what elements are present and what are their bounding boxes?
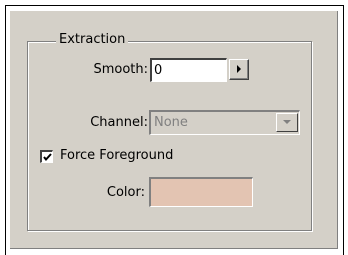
color-swatch[interactable]	[149, 177, 253, 207]
groupbox-title: Extraction	[56, 31, 129, 49]
color-label: Color:	[106, 185, 145, 200]
channel-label: Channel:	[90, 115, 148, 130]
right-triangle-icon	[237, 65, 241, 73]
force-foreground-label[interactable]: Force Foreground	[60, 146, 173, 166]
smooth-slider-button[interactable]	[229, 59, 249, 80]
smooth-input[interactable]: 0	[150, 58, 227, 82]
down-triangle-icon	[283, 120, 291, 124]
channel-dropdown-button[interactable]	[276, 113, 298, 132]
channel-selected-value: None	[154, 115, 188, 130]
checkmark-icon	[43, 153, 52, 162]
channel-select[interactable]: None	[149, 110, 300, 135]
smooth-label: Smooth:	[93, 62, 148, 77]
force-foreground-checkbox[interactable]	[40, 150, 53, 163]
